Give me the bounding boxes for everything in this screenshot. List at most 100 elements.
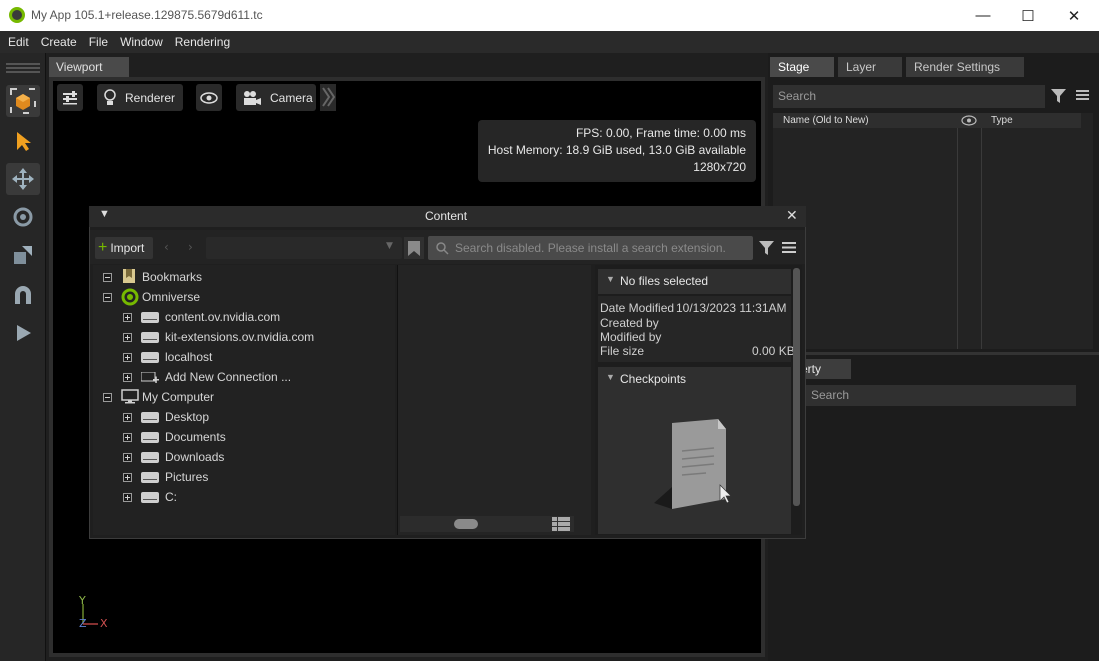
move-tool-button[interactable]	[6, 163, 40, 195]
expand-icon[interactable]	[123, 452, 132, 462]
import-label: Import	[110, 241, 145, 255]
file-size-label: File size	[600, 344, 645, 358]
horizontal-scrollbar[interactable]	[400, 516, 574, 532]
tree-item-folder[interactable]: Downloads	[123, 447, 224, 467]
tab-render-settings[interactable]: Render Settings	[906, 57, 1024, 77]
app-logo-icon	[9, 7, 25, 23]
tree-item-drive[interactable]: C:	[123, 487, 177, 507]
expand-icon[interactable]	[123, 472, 132, 482]
expand-icon[interactable]	[123, 332, 132, 342]
eye-icon	[200, 91, 218, 104]
collapse-icon[interactable]	[103, 392, 112, 402]
stage-options-button[interactable]	[1076, 89, 1090, 104]
column-type-header[interactable]: Type	[991, 115, 1013, 126]
content-close-icon[interactable]: ✕	[786, 207, 798, 224]
expand-icon[interactable]	[123, 372, 132, 382]
tree-item-my-computer[interactable]: My Computer	[103, 387, 214, 407]
grid-view-button[interactable]	[552, 516, 570, 535]
tree-item-folder[interactable]: Desktop	[123, 407, 209, 427]
add-connection-icon	[141, 371, 159, 383]
tree-item-folder[interactable]: Pictures	[123, 467, 208, 487]
collapse-icon[interactable]	[103, 292, 112, 302]
property-search-input[interactable]: Search	[805, 385, 1076, 406]
tree-item-server[interactable]: kit-extensions.ov.nvidia.com	[123, 327, 314, 347]
server-drive-icon	[141, 331, 159, 343]
close-button[interactable]: ✕	[1051, 0, 1097, 31]
expand-icon[interactable]	[123, 352, 132, 362]
snap-tool-button[interactable]	[6, 279, 40, 311]
select-mode-icon	[10, 88, 36, 114]
stage-search-input[interactable]: Search	[773, 85, 1045, 108]
import-button[interactable]: + Import	[95, 237, 153, 259]
checkpoints-label: Checkpoints	[620, 372, 687, 386]
details-vertical-scrollbar[interactable]	[793, 268, 800, 506]
select-mode-button[interactable]	[6, 85, 40, 117]
tree-item-add-connection[interactable]: Add New Connection ...	[123, 367, 291, 387]
expand-toolbar-button[interactable]	[320, 84, 336, 111]
search-icon	[436, 242, 449, 255]
magnet-icon	[15, 286, 31, 304]
tree-item-omniverse[interactable]: Omniverse	[103, 287, 200, 307]
viewport-settings-button[interactable]	[57, 84, 83, 111]
content-options-button[interactable]	[782, 241, 797, 257]
minimize-button[interactable]: —	[960, 0, 1006, 31]
stage-tree-header: Name (Old to New) Type	[773, 113, 1081, 128]
path-dropdown-icon[interactable]: ▼	[386, 241, 393, 251]
content-filter-button[interactable]	[758, 240, 778, 259]
visibility-eye-icon[interactable]	[961, 115, 977, 126]
menu-window[interactable]: Window	[118, 35, 165, 49]
back-arrow-icon[interactable]: ‹	[164, 240, 169, 254]
stage-tree[interactable]	[773, 113, 1093, 349]
forward-arrow-icon[interactable]: ›	[188, 240, 193, 254]
expand-icon[interactable]	[123, 492, 132, 502]
file-info-section[interactable]: ▼ No files selected	[598, 269, 791, 294]
expand-icon[interactable]	[123, 432, 132, 442]
menu-rendering[interactable]: Rendering	[173, 35, 232, 49]
tree-label: Add New Connection ...	[165, 370, 292, 384]
drive-icon	[141, 491, 159, 503]
tab-layer[interactable]: Layer	[838, 57, 902, 77]
tree-item-server[interactable]: content.ov.nvidia.com	[123, 307, 280, 327]
collapse-triangle-icon[interactable]: ▼	[606, 274, 615, 284]
scale-tool-button[interactable]	[6, 239, 40, 271]
column-name-header[interactable]: Name (Old to New)	[783, 115, 869, 126]
viewport-stats: FPS: 0.00, Frame time: 0.00 ms Host Memo…	[478, 120, 756, 182]
stage-filter-button[interactable]	[1050, 88, 1068, 107]
tree-item-server[interactable]: localhost	[123, 347, 212, 367]
checkpoints-section[interactable]: ▼ Checkpoints	[598, 367, 791, 391]
tree-label: content.ov.nvidia.com	[165, 310, 281, 324]
menu-file[interactable]: File	[87, 35, 110, 49]
bookmark-button[interactable]	[404, 237, 424, 259]
empty-document-icon	[654, 419, 732, 509]
memory-stat: Host Memory: 18.9 GiB used, 13.0 GiB ava…	[487, 143, 746, 157]
select-arrow-button[interactable]	[6, 125, 40, 157]
viewport-tab[interactable]: Viewport	[49, 57, 129, 77]
camera-button[interactable]: Camera	[236, 84, 316, 111]
content-search-input[interactable]: Search disabled. Please install a search…	[428, 236, 753, 260]
expand-icon[interactable]	[123, 412, 132, 422]
scroll-thumb[interactable]	[454, 519, 478, 529]
expand-icon[interactable]	[123, 312, 132, 322]
tree-item-folder[interactable]: Documents	[123, 427, 226, 447]
play-button[interactable]	[6, 317, 40, 349]
file-list-pane[interactable]	[397, 265, 591, 535]
collapse-triangle-icon[interactable]: ▼	[99, 208, 110, 220]
path-field[interactable]: ▼	[206, 237, 402, 259]
maximize-button[interactable]: ☐	[1005, 0, 1051, 31]
visibility-button[interactable]	[196, 84, 222, 111]
tree-item-bookmarks[interactable]: Bookmarks	[103, 267, 202, 287]
file-size-value: 0.00 KB	[752, 344, 793, 358]
date-modified-label: Date Modified	[600, 301, 675, 315]
panel-splitter[interactable]	[768, 352, 1099, 355]
toolbar-grip-icon[interactable]	[6, 63, 40, 65]
lightbulb-icon	[104, 88, 116, 105]
tab-stage[interactable]: Stage	[770, 57, 834, 77]
rotate-tool-button[interactable]	[6, 201, 40, 233]
menu-create[interactable]: Create	[39, 35, 79, 49]
collapse-icon[interactable]	[103, 272, 112, 282]
collapse-triangle-icon[interactable]: ▼	[606, 372, 615, 382]
menu-edit[interactable]: Edit	[6, 35, 31, 49]
renderer-button[interactable]: Renderer	[97, 84, 183, 111]
plus-icon: +	[98, 239, 108, 256]
drive-icon	[141, 431, 159, 443]
